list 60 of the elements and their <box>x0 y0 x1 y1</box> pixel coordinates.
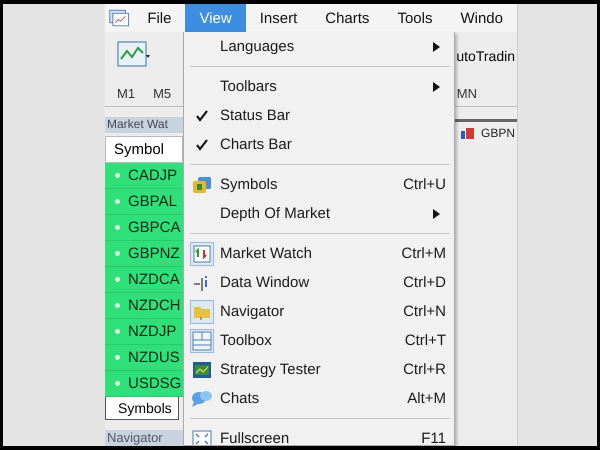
menu-item[interactable]: Windo <box>446 4 517 32</box>
chart-window-icon <box>192 360 212 378</box>
menu-entry[interactable]: Data Window Ctrl+D <box>184 268 454 297</box>
menu-entry[interactable]: Toolbars <box>184 72 454 101</box>
status-dot <box>115 354 120 360</box>
menu-entry[interactable]: Market Watch Ctrl+M <box>184 239 454 268</box>
status-dot <box>115 328 120 334</box>
column-header[interactable]: Symbol <box>105 136 183 164</box>
status-dot <box>115 380 120 386</box>
auto-trading-button[interactable]: utoTradin <box>456 48 515 64</box>
symbol-row[interactable]: GBPAL <box>105 188 183 215</box>
symbol-row[interactable]: NZDJP <box>105 318 183 345</box>
symbol-name: GBPAL <box>128 192 177 210</box>
timeframe-button[interactable]: M1 <box>117 86 136 100</box>
symbol-row[interactable]: GBPCA <box>105 214 183 241</box>
symbol-name: NZDCA <box>128 270 180 288</box>
symbol-name: GBPNZ <box>128 244 180 262</box>
panel-title: Navigator <box>105 430 183 446</box>
symbol-name: USDSG <box>128 374 182 392</box>
chart-tab-icon <box>460 126 475 140</box>
panel-tab[interactable]: Symbols <box>105 396 179 420</box>
app-icon <box>109 7 130 29</box>
timeframe-button[interactable]: M5 <box>153 86 172 100</box>
menu-entry[interactable]: Status Bar <box>184 101 454 130</box>
menu-entry[interactable]: Strategy Tester Ctrl+R <box>184 355 454 384</box>
status-dot <box>115 250 120 256</box>
symbol-name: CADJP <box>128 167 178 184</box>
menu-item[interactable]: Tools <box>383 4 446 32</box>
status-dot <box>115 276 120 282</box>
menu-entry[interactable]: Fullscreen F11 <box>184 424 454 445</box>
menu-item[interactable]: Charts <box>311 4 384 32</box>
symbol-row[interactable]: NZDUS <box>105 344 183 371</box>
status-dot <box>115 224 120 230</box>
symbol-row[interactable]: GBPNZ <box>105 240 183 267</box>
arrows-window-icon <box>193 244 211 262</box>
symbol-name: GBPCA <box>128 218 181 236</box>
symbol-name: NZDUS <box>128 348 180 366</box>
menu-item[interactable]: Insert <box>246 4 312 32</box>
menu-item[interactable]: File <box>133 4 186 32</box>
symbol-row[interactable]: CADJP <box>105 163 183 189</box>
menu-entry[interactable]: Chats Alt+M <box>184 384 454 413</box>
menu-entry[interactable]: Charts Bar <box>184 130 454 159</box>
panel-title: Market Wat <box>105 117 183 134</box>
symbol-row[interactable]: NZDCA <box>105 266 183 293</box>
symbol-row[interactable]: NZDCH <box>105 292 183 319</box>
symbol-name: NZDCH <box>128 296 180 314</box>
fullscreen-icon <box>192 430 212 445</box>
status-dot <box>115 198 120 204</box>
menu-entry[interactable]: Symbols Ctrl+U <box>184 170 454 199</box>
menu-entry[interactable]: Navigator Ctrl+N <box>184 297 454 326</box>
symbol-row[interactable]: USDSG <box>105 370 183 397</box>
status-dot <box>115 302 120 308</box>
menu-entry[interactable]: Languages <box>184 32 454 61</box>
symbol-name: NZDJP <box>128 322 176 340</box>
status-dot <box>115 173 120 178</box>
timeframe-button[interactable]: MN <box>456 86 477 100</box>
panels-icon <box>192 330 212 350</box>
menu-entry[interactable]: Toolbox Ctrl+T <box>184 326 454 355</box>
menu-entry[interactable]: Depth Of Market <box>184 199 454 228</box>
chat-bubbles-icon <box>191 388 213 408</box>
